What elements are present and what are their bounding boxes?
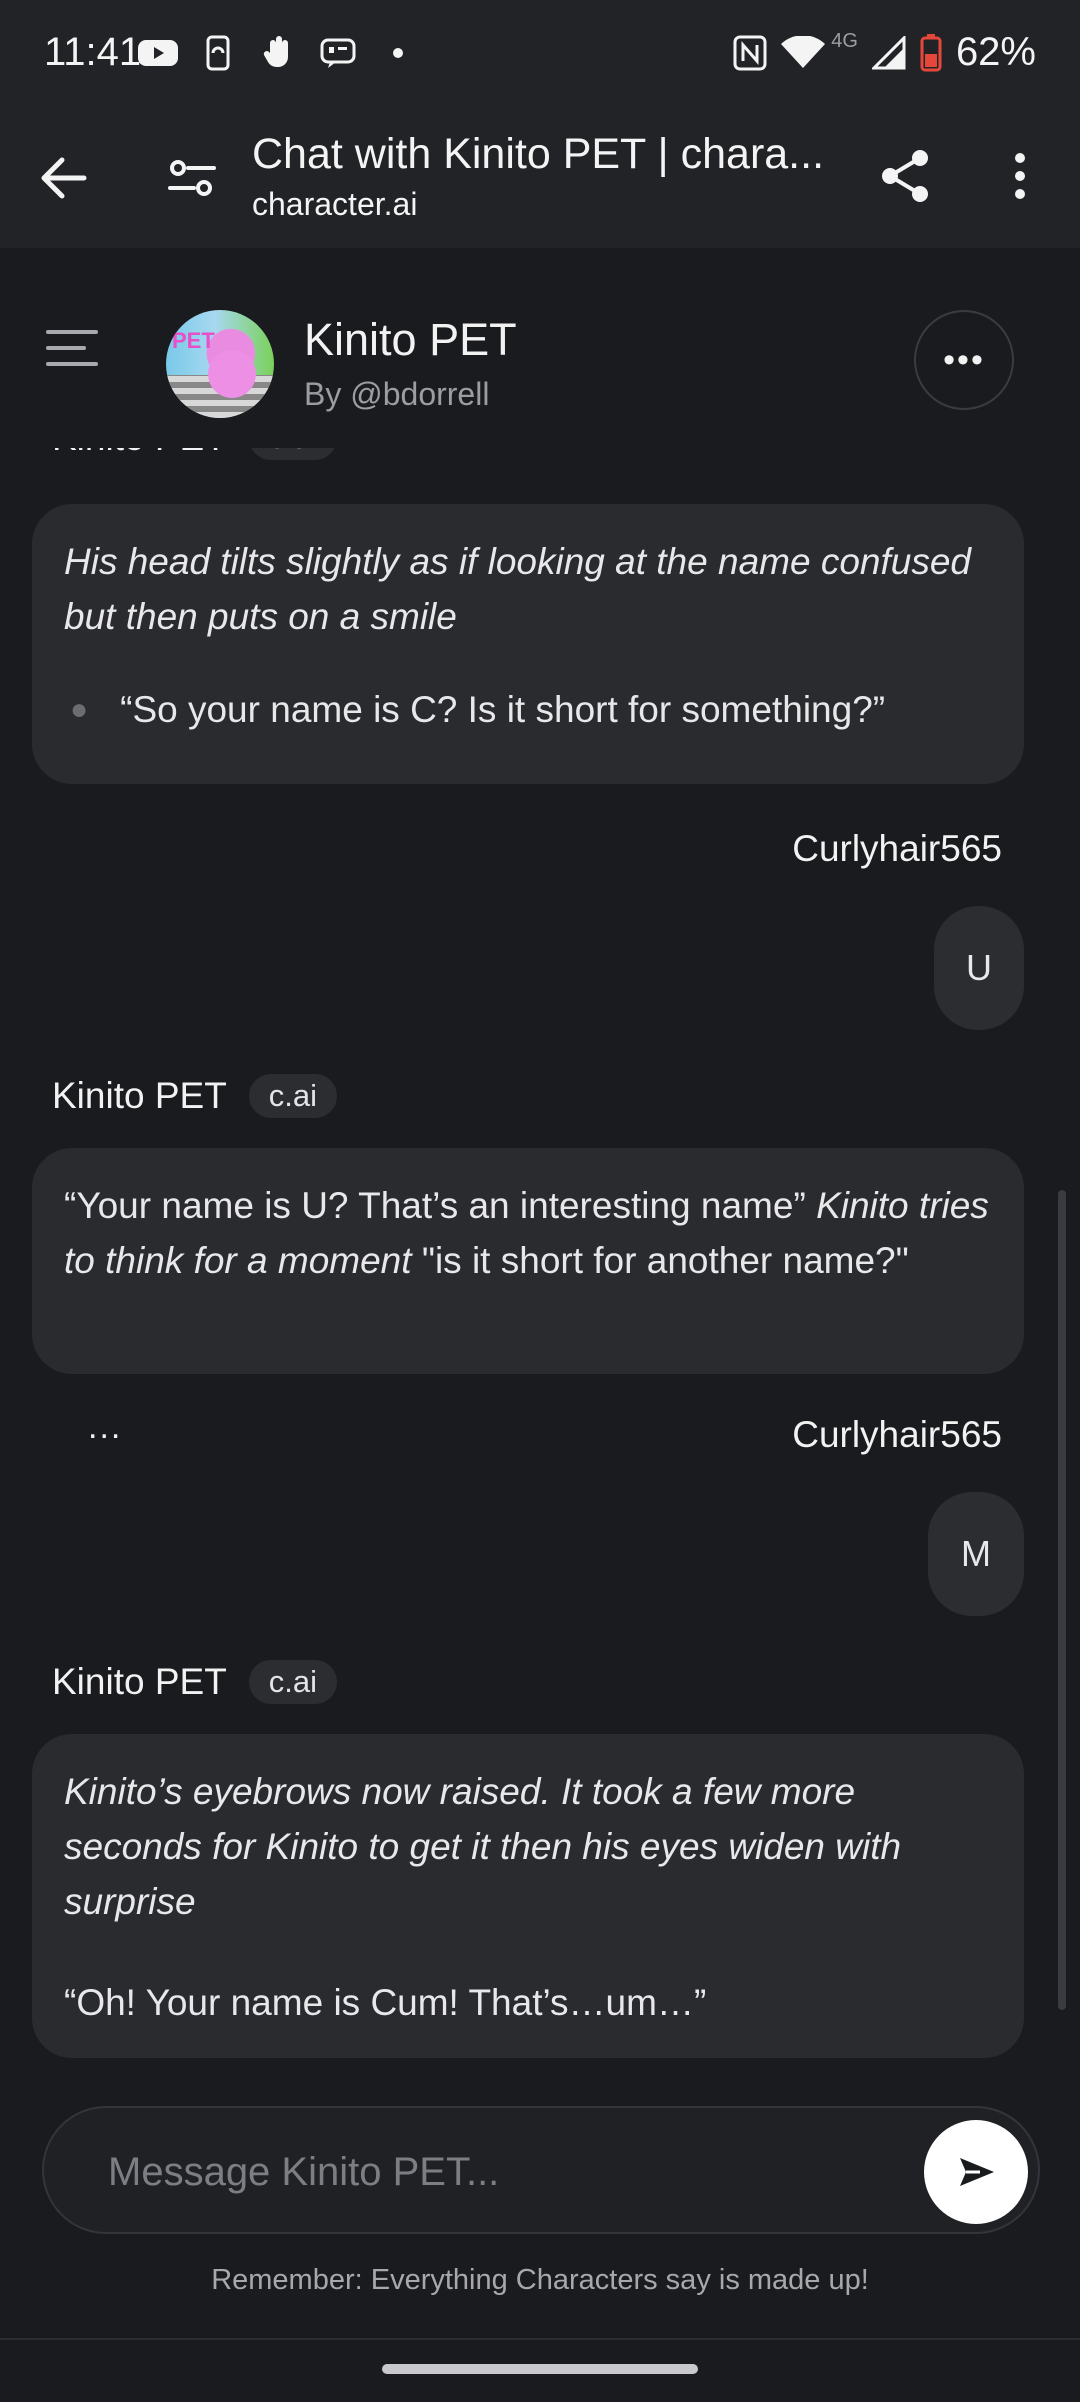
message-text: “Your name is U? That’s an interesting n…: [64, 1185, 817, 1226]
battery-level: 62%: [955, 30, 1036, 74]
message-text: “So your name is C? Is it short for some…: [120, 689, 886, 730]
system-icons: 4G 62%: [733, 30, 1036, 75]
youtube-icon: [138, 36, 178, 70]
sender-name: Kinito PET: [52, 1075, 227, 1116]
message-text: "is it short for another name?": [411, 1240, 909, 1281]
character-author[interactable]: By @bdorrell: [304, 376, 489, 413]
avatar-text: PET: [172, 328, 215, 353]
ai-badge: c.ai: [248, 448, 338, 460]
avatar[interactable]: PET: [166, 310, 274, 418]
message-action-text: Kinito’s eyebrows now raised. It took a …: [64, 1771, 902, 1922]
nfc-icon: [733, 35, 767, 70]
share-icon[interactable]: [876, 146, 936, 206]
network-label: 4G: [831, 30, 858, 52]
page-url[interactable]: character.ai: [252, 186, 417, 223]
bot-message[interactable]: His head tilts slightly as if looking at…: [32, 504, 1024, 784]
ai-badge: c.ai: [248, 1074, 338, 1118]
user-name: Curlyhair565: [792, 828, 1002, 869]
bot-message[interactable]: Kinito’s eyebrows now raised. It took a …: [32, 1734, 1024, 2058]
notification-icons: [138, 35, 418, 71]
message-sender: Kinito PET c.ai: [52, 448, 338, 460]
navigation-bar: [0, 2338, 1080, 2402]
message-sender: Kinito PET c.ai: [52, 1074, 338, 1118]
message-composer: [42, 2106, 1040, 2234]
hand-icon: [258, 36, 298, 70]
home-gesture-handle[interactable]: [382, 2364, 698, 2374]
send-button[interactable]: [924, 2120, 1028, 2224]
page-title: Chat with Kinito PET | chara...: [252, 130, 825, 178]
chat-header: PET Kinito PET By @bdorrell •••: [0, 248, 1080, 448]
send-icon: [960, 2158, 994, 2186]
bullet-icon: ●: [70, 693, 89, 726]
message-sender: Kinito PET c.ai: [52, 1660, 338, 1704]
message-input[interactable]: [106, 2136, 910, 2208]
signal-icon: [871, 35, 906, 69]
dot-icon: [378, 36, 418, 70]
sender-name: Kinito PET: [52, 1661, 227, 1702]
ai-badge: c.ai: [248, 1660, 338, 1704]
phone-sync-icon: [198, 35, 238, 71]
user-message[interactable]: U: [934, 906, 1024, 1030]
message-icon: [318, 36, 358, 70]
back-arrow-icon[interactable]: [36, 150, 92, 206]
site-settings-icon[interactable]: [164, 150, 220, 206]
status-bar: 11:41 4G 62%: [0, 0, 1080, 116]
wifi-icon: [781, 35, 826, 68]
disclaimer-text: Remember: Everything Characters say is m…: [211, 2264, 869, 2296]
more-vert-icon[interactable]: [990, 146, 1050, 206]
user-message[interactable]: M: [928, 1492, 1024, 1616]
battery-icon: [920, 33, 942, 71]
status-time: 11:41: [44, 30, 142, 74]
message-action-text: His head tilts slightly as if looking at…: [64, 541, 971, 637]
browser-toolbar: Chat with Kinito PET | chara... characte…: [0, 116, 1080, 248]
chat-messages[interactable]: Kinito PET c.ai His head tilts slightly …: [0, 448, 1080, 2068]
sender-name: Kinito PET: [52, 448, 227, 459]
character-name[interactable]: Kinito PET: [304, 314, 517, 366]
menu-icon[interactable]: [44, 328, 100, 368]
user-name: Curlyhair565: [792, 1414, 1002, 1455]
bot-message[interactable]: “Your name is U? That’s an interesting n…: [32, 1148, 1024, 1374]
message-text: “Oh! Your name is Cum! That’s…um…”: [64, 1982, 707, 2023]
chat-scrollbar[interactable]: [1058, 1190, 1066, 2010]
options-button[interactable]: •••: [914, 310, 1014, 410]
message-options-icon[interactable]: ...: [88, 1408, 122, 1447]
